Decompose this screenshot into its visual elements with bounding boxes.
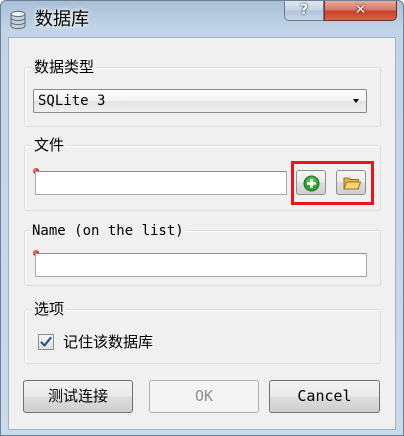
window-title: 数据库 — [35, 9, 89, 30]
help-button[interactable]: ? — [284, 1, 324, 21]
cancel-button[interactable]: Cancel — [269, 380, 380, 413]
db-type-select[interactable]: SQLite 3 — [33, 89, 367, 113]
title-bar[interactable]: 数据库 ? ✕ — [1, 1, 403, 37]
file-path-input[interactable] — [35, 171, 287, 195]
db-type-selected-value: SQLite 3 — [38, 93, 106, 109]
name-group-title: Name (on the list) — [30, 222, 186, 240]
db-type-group-title: 数据类型 — [32, 58, 97, 76]
file-group-title: 文件 — [32, 136, 67, 154]
chevron-down-icon — [353, 99, 359, 103]
database-icon — [8, 10, 28, 30]
checkmark-icon — [40, 336, 52, 347]
test-connection-button[interactable]: 测试连接 — [23, 380, 133, 413]
name-input[interactable] — [35, 253, 367, 277]
options-group-title: 选项 — [32, 300, 67, 318]
highlight-box — [291, 161, 374, 205]
remember-checkbox[interactable] — [38, 334, 54, 350]
ok-button[interactable]: OK — [149, 380, 259, 413]
close-button[interactable]: ✕ — [324, 1, 397, 21]
remember-checkbox-label[interactable]: 记住该数据库 — [63, 333, 153, 351]
